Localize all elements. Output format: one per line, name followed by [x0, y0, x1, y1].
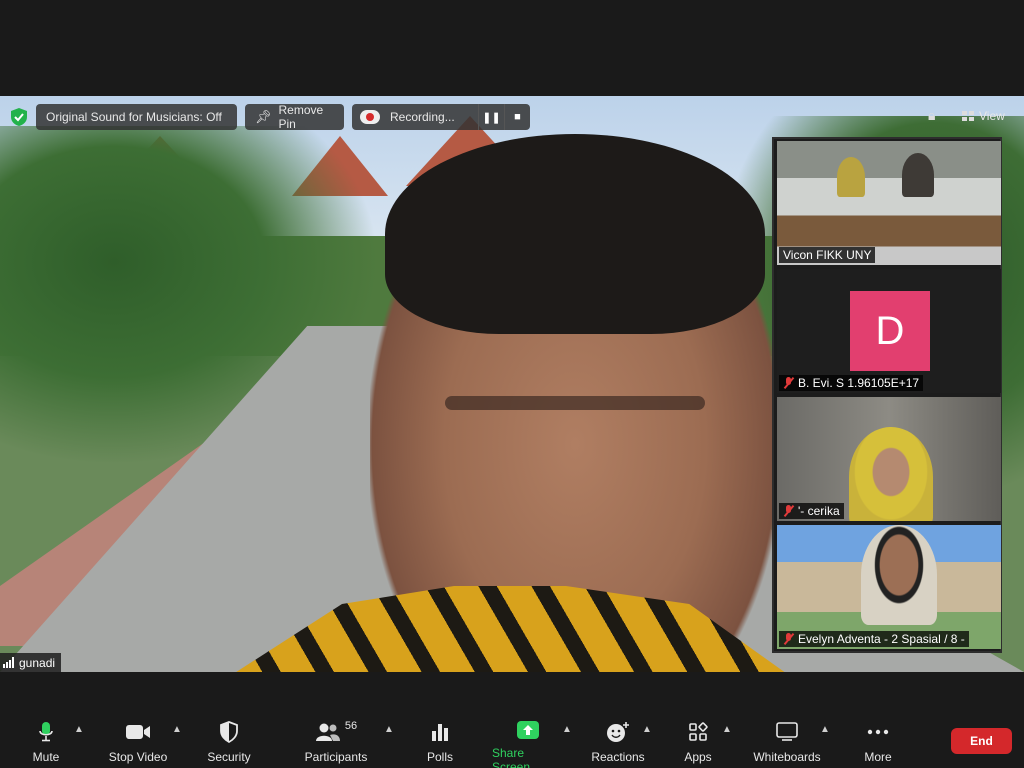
recording-label: Recording...: [390, 110, 455, 124]
participant-figure: [902, 153, 934, 197]
original-sound-toggle[interactable]: Original Sound for Musicians: Off: [36, 104, 237, 130]
participant-name-tag: B. Evi. S 1.96105E+17: [779, 375, 924, 391]
participant-name: Evelyn Adventa - 2 Spasial / 8 -: [798, 632, 965, 646]
participant-name: B. Evi. S 1.96105E+17: [798, 376, 920, 390]
zoom-meeting-window: Original Sound for Musicians: Off 📌︎ Rem…: [0, 0, 1024, 768]
video-camera-icon: [126, 725, 150, 739]
stop-recording-button[interactable]: ■: [504, 104, 530, 130]
view-label: View: [979, 109, 1005, 123]
signal-strength-icon: [3, 657, 14, 668]
microphone-icon: [39, 722, 53, 742]
more-button[interactable]: More: [862, 720, 894, 768]
apps-options-caret[interactable]: ▲: [722, 724, 732, 735]
participants-icon: [315, 723, 340, 741]
view-button[interactable]: View: [962, 106, 1005, 126]
whiteboard-icon: [776, 722, 798, 741]
mute-label: Mute: [32, 750, 60, 764]
recording-icon: [360, 110, 380, 124]
participant-figure: [861, 525, 937, 625]
whiteboards-label: Whiteboards: [753, 750, 821, 764]
apps-label: Apps: [684, 750, 712, 764]
participants-count: 56: [344, 720, 358, 732]
muted-mic-icon: [783, 505, 794, 517]
polls-label: Polls: [426, 750, 453, 764]
reactions-options-caret[interactable]: ▲: [642, 724, 652, 735]
mute-button[interactable]: Mute: [30, 720, 62, 768]
muted-mic-icon: [783, 377, 794, 389]
participants-button[interactable]: 56 Participants: [303, 720, 369, 768]
polls-button[interactable]: Polls: [423, 720, 457, 768]
participant-name: '- cerika: [798, 504, 840, 518]
remove-pin-label: Remove Pin: [278, 103, 324, 131]
shield-icon: [220, 721, 238, 743]
speaker-brows: [445, 396, 705, 410]
original-sound-label: Original Sound for Musicians: Off: [46, 110, 222, 124]
shield-icon[interactable]: [8, 106, 30, 128]
share-screen-label: Share Screen: [492, 746, 531, 768]
pause-recording-button[interactable]: ❚❚: [478, 104, 504, 130]
participants-options-caret[interactable]: ▲: [384, 724, 394, 735]
participant-name-tag: Vicon FIKK UNY: [779, 247, 876, 263]
security-label: Security: [207, 750, 251, 764]
audio-options-caret[interactable]: ▲: [74, 724, 84, 735]
share-options-caret[interactable]: ▲: [562, 724, 572, 735]
participant-thumbnail[interactable]: '- cerika: [777, 397, 1001, 521]
pin-icon: 📌︎: [255, 109, 272, 124]
main-speaker-name: gunadi: [19, 655, 56, 670]
remove-pin-button[interactable]: 📌︎ Remove Pin: [245, 103, 344, 131]
more-label: More: [864, 750, 892, 764]
participant-thumbnail-strip: Vicon FIKK UNY D B. Evi. S 1.96105E+17 '…: [772, 137, 1002, 653]
avatar: D: [850, 291, 930, 371]
participant-thumbnail[interactable]: D B. Evi. S 1.96105E+17: [777, 269, 1001, 393]
smiley-icon: [607, 722, 629, 742]
stop-video-button[interactable]: Stop Video: [105, 720, 171, 768]
participant-thumbnail[interactable]: Evelyn Adventa - 2 Spasial / 8 -: [777, 525, 1001, 649]
grid-view-icon: [962, 111, 974, 121]
participant-name: Vicon FIKK UNY: [783, 248, 872, 262]
apps-icon: [689, 722, 708, 741]
whiteboards-options-caret[interactable]: ▲: [820, 724, 830, 735]
end-meeting-button[interactable]: End: [951, 728, 1012, 754]
main-speaker-name-tag: gunadi: [0, 653, 62, 672]
recording-indicator: Recording... ❚❚ ■: [352, 104, 530, 130]
apps-button[interactable]: Apps: [683, 720, 713, 768]
bar-chart-icon: [432, 724, 448, 741]
more-dots-icon: [867, 729, 889, 735]
whiteboards-button[interactable]: Whiteboards: [752, 720, 822, 768]
reactions-button[interactable]: Reactions: [590, 720, 646, 768]
muted-mic-icon: [783, 633, 794, 645]
reactions-label: Reactions: [591, 750, 645, 764]
lock-icon[interactable]: 🔒︎: [928, 107, 948, 127]
participant-name-tag: '- cerika: [779, 503, 844, 519]
meeting-toolbar: Mute ▲ Stop Video ▲ Security 56 Particip…: [0, 708, 1024, 768]
participant-name-tag: Evelyn Adventa - 2 Spasial / 8 -: [779, 631, 969, 647]
share-screen-icon: [517, 721, 539, 739]
participants-label: Participants: [304, 750, 368, 764]
speaker-hair: [385, 134, 765, 334]
stop-video-label: Stop Video: [108, 750, 168, 764]
security-button[interactable]: Security: [204, 720, 254, 768]
participant-figure: [837, 157, 865, 197]
participant-thumbnail[interactable]: Vicon FIKK UNY: [777, 141, 1001, 265]
share-screen-button[interactable]: Share Screen: [492, 720, 564, 768]
video-options-caret[interactable]: ▲: [172, 724, 182, 735]
participant-figure: [849, 427, 933, 521]
